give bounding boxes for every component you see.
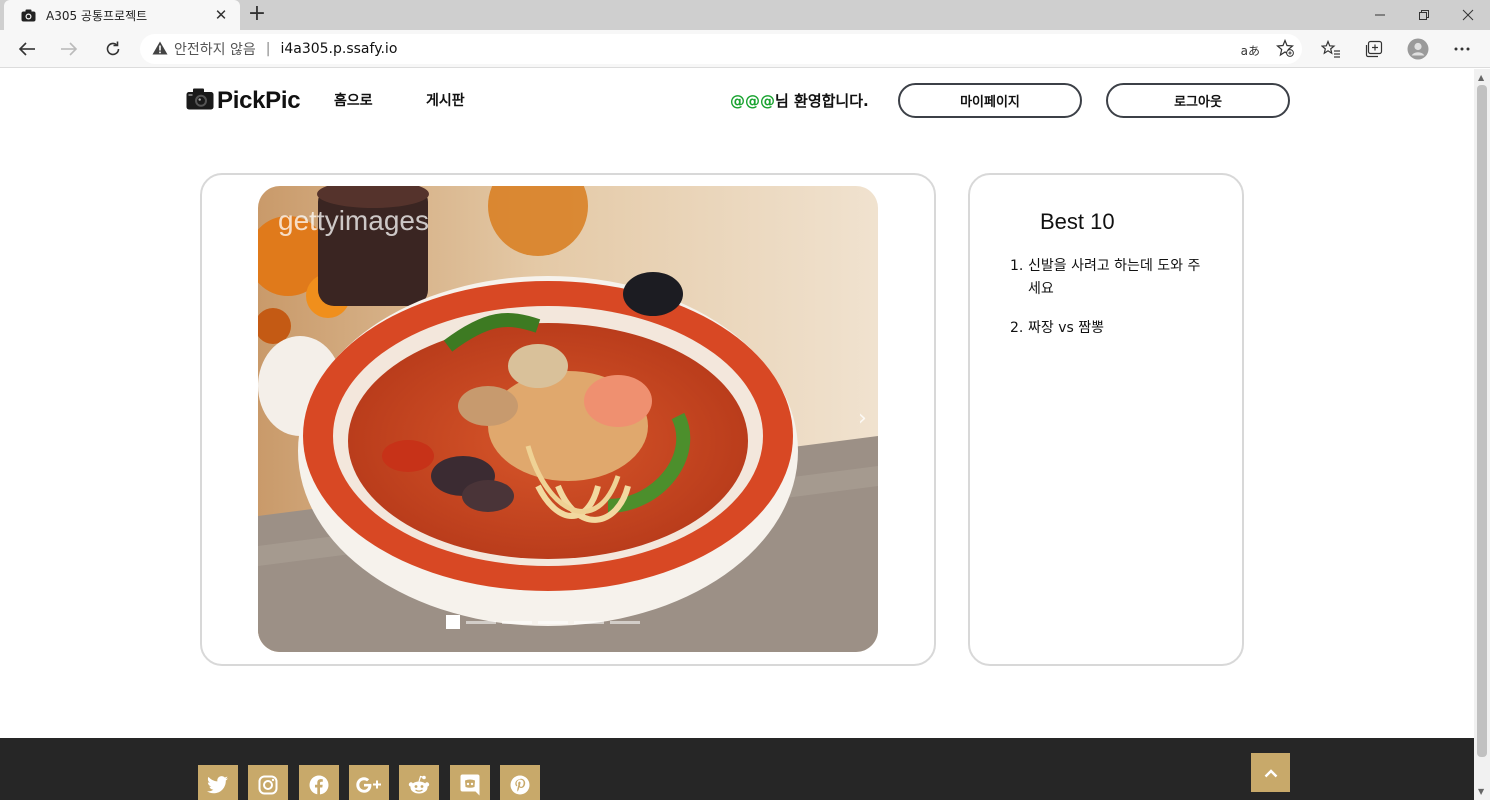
chevron-up-icon [1264, 763, 1278, 782]
refresh-icon[interactable] [100, 37, 126, 61]
camera-logo-icon [186, 88, 214, 114]
carousel-indicator[interactable] [610, 620, 640, 624]
url-text[interactable]: i4a305.p.ssafy.io [280, 41, 397, 57]
google-plus-icon[interactable] [349, 765, 389, 800]
welcome-message: @@@님 환영합니다. [730, 90, 869, 111]
page-scrollbar[interactable]: ▲ ▼ [1474, 69, 1490, 800]
forward-arrow-icon[interactable] [56, 37, 82, 61]
close-tab-icon[interactable]: ✕ [212, 6, 230, 24]
favorites-icon[interactable] [1319, 38, 1343, 60]
instagram-icon[interactable] [248, 765, 288, 800]
twitter-icon[interactable] [198, 765, 238, 800]
nav-board-link[interactable]: 게시판 [426, 90, 465, 110]
best-item-link[interactable]: 신발을 사려고 하는데 도와 주세요 [1028, 255, 1210, 301]
best-title: Best 10 [1040, 209, 1115, 234]
pinterest-icon[interactable] [500, 765, 540, 800]
best-list: 1. 신발을 사려고 하는데 도와 주세요 2. 짜장 vs 짬뽕 [1010, 255, 1210, 356]
carousel-indicator[interactable] [502, 620, 532, 624]
best-item-link[interactable]: 짜장 vs 짬뽕 [1028, 317, 1210, 340]
security-status[interactable]: 안전하지 않음 [174, 39, 256, 59]
camera-icon [20, 8, 36, 22]
profile-avatar-icon[interactable] [1406, 38, 1430, 60]
carousel-next-icon[interactable]: › [858, 406, 867, 431]
scrollbar-thumb[interactable] [1477, 85, 1487, 757]
browser-tab-strip: A305 공통프로젝트 ✕ + [0, 0, 1490, 30]
carousel-indicator[interactable] [446, 615, 460, 629]
footer [0, 738, 1474, 800]
scroll-to-top-button[interactable] [1251, 753, 1290, 792]
minimize-icon[interactable] [1358, 0, 1402, 30]
carousel-indicator[interactable] [538, 620, 568, 624]
scroll-up-arrow-icon[interactable]: ▲ [1478, 73, 1484, 82]
more-options-icon[interactable] [1450, 38, 1474, 60]
read-aloud-icon[interactable]: aあ [1241, 42, 1260, 59]
close-window-icon[interactable] [1446, 0, 1490, 30]
logo-text: PickPic [217, 87, 301, 114]
carousel-indicator[interactable] [574, 620, 604, 624]
tab-title: A305 공통프로젝트 [46, 8, 148, 23]
nav-home-link[interactable]: 홈으로 [334, 90, 373, 110]
restore-icon[interactable] [1402, 0, 1446, 30]
watermark-text: gettyimages [278, 205, 429, 236]
carousel-indicator[interactable] [466, 620, 496, 624]
mypage-button[interactable]: 마이페이지 [898, 83, 1082, 118]
browser-toolbar: 안전하지 않음 | i4a305.p.ssafy.io aあ [0, 30, 1490, 68]
welcome-suffix: 님 환영합니다. [775, 92, 869, 110]
username: @@@ [730, 92, 775, 110]
best-item-number: 1. [1010, 258, 1024, 274]
best-card [968, 173, 1244, 666]
facebook-icon[interactable] [299, 765, 339, 800]
logout-button[interactable]: 로그아웃 [1106, 83, 1290, 118]
back-arrow-icon[interactable] [14, 37, 40, 61]
url-separator: | [265, 41, 271, 57]
carousel-indicators [446, 615, 640, 629]
best-list-item[interactable]: 1. 신발을 사려고 하는데 도와 주세요 [1010, 255, 1210, 301]
address-bar[interactable]: 안전하지 않음 | i4a305.p.ssafy.io aあ [140, 34, 1302, 64]
discord-icon[interactable] [450, 765, 490, 800]
browser-tab[interactable]: A305 공통프로젝트 ✕ [4, 0, 240, 30]
add-favorite-icon[interactable] [1276, 38, 1294, 61]
carousel-slide-image[interactable]: gettyimages [258, 186, 878, 652]
collections-icon[interactable] [1362, 38, 1386, 60]
site-logo[interactable]: PickPic [186, 87, 301, 115]
best-list-item[interactable]: 2. 짜장 vs 짬뽕 [1010, 317, 1210, 340]
page-viewport: PickPic 홈으로 게시판 @@@님 환영합니다. 마이페이지 로그아웃 g… [0, 69, 1474, 800]
reddit-icon[interactable] [399, 765, 439, 800]
best-item-number: 2. [1010, 320, 1024, 336]
warning-icon[interactable] [152, 40, 168, 59]
new-tab-button[interactable]: + [246, 3, 268, 26]
scroll-down-arrow-icon[interactable]: ▼ [1478, 787, 1484, 796]
